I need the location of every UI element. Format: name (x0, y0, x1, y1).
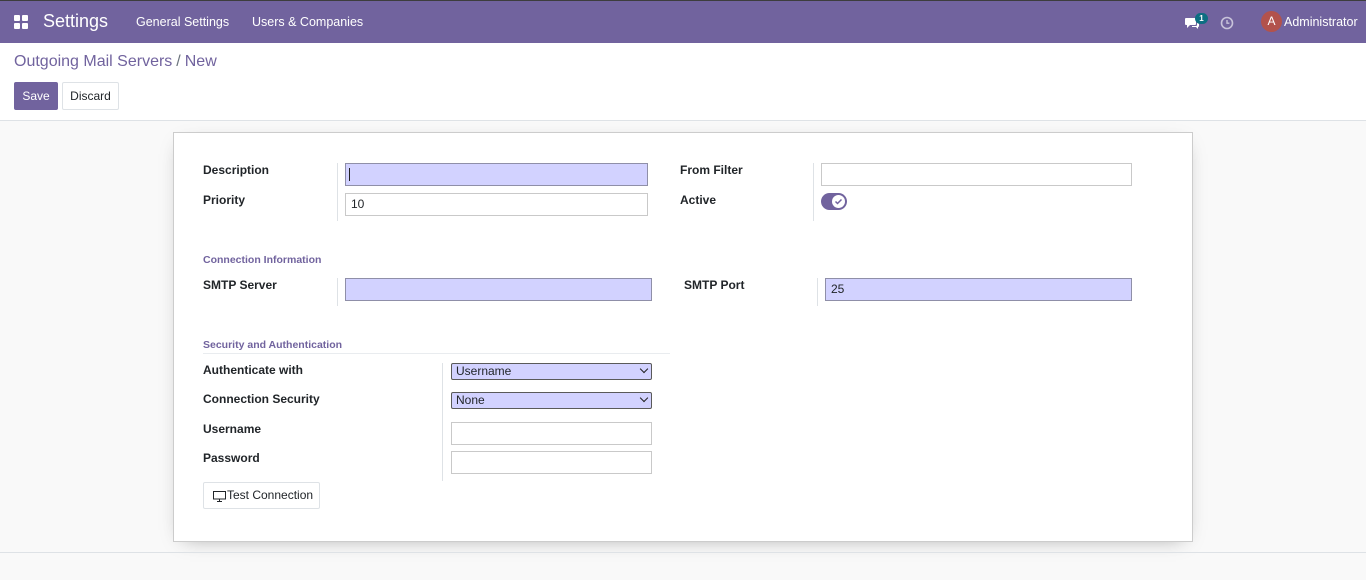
apps-menu-icon[interactable] (13, 14, 29, 30)
top-navbar: Settings General Settings Users & Compan… (0, 0, 1366, 43)
username-label: Username (203, 422, 262, 436)
active-toggle[interactable] (821, 193, 847, 210)
description-label: Description (203, 163, 270, 177)
password-input[interactable] (451, 451, 652, 474)
text-cursor (349, 168, 350, 181)
breadcrumb-current: New (184, 53, 217, 70)
from-filter-input[interactable] (821, 163, 1132, 186)
smtp-port-input[interactable]: 25 (825, 278, 1132, 301)
from-filter-label: From Filter (680, 163, 743, 177)
toggle-knob (832, 195, 845, 208)
chat-count-badge: 1 (1195, 13, 1208, 24)
form-sheet: Description Priority 10 From Filter Acti… (173, 132, 1193, 542)
auth-select-value: Username (456, 364, 512, 378)
check-icon (834, 198, 843, 205)
menu-users-companies[interactable]: Users & Companies (252, 15, 363, 29)
field-divider (813, 163, 814, 221)
user-menu[interactable]: Administrator (1284, 15, 1358, 29)
bottom-divider (0, 552, 1366, 553)
discard-button[interactable]: Discard (62, 82, 119, 110)
username-input[interactable] (451, 422, 652, 445)
password-label: Password (203, 451, 260, 465)
field-divider (337, 278, 338, 306)
connection-section-title: Connection Information (203, 254, 322, 266)
activity-clock-icon[interactable] (1220, 16, 1234, 30)
smtp-server-label: SMTP Server (203, 278, 277, 292)
auth-select[interactable]: Username (451, 363, 652, 380)
field-divider (817, 278, 818, 306)
priority-input[interactable]: 10 (345, 193, 648, 216)
connection-security-value: None (456, 393, 485, 407)
app-title[interactable]: Settings (43, 11, 108, 32)
smtp-server-input[interactable] (345, 278, 652, 301)
test-connection-label: Test Connection (227, 488, 314, 502)
connection-security-label: Connection Security (203, 392, 320, 406)
chevron-down-icon (639, 364, 649, 374)
field-divider (442, 363, 443, 481)
test-connection-button[interactable]: Test Connection (203, 482, 320, 509)
connection-security-select[interactable]: None (451, 392, 652, 409)
monitor-icon (213, 491, 226, 502)
breadcrumb-separator: / (176, 53, 181, 70)
breadcrumb-parent[interactable]: Outgoing Mail Servers (14, 53, 172, 70)
section-separator (203, 353, 670, 354)
security-section-title: Security and Authentication (203, 339, 343, 351)
control-panel: Outgoing Mail Servers / New Save Discard (0, 43, 1366, 121)
user-avatar[interactable]: A (1261, 11, 1282, 32)
field-divider (337, 163, 338, 221)
chevron-down-icon (639, 393, 649, 403)
description-input[interactable] (345, 163, 648, 186)
smtp-port-label: SMTP Port (684, 278, 745, 292)
auth-label: Authenticate with (203, 363, 304, 377)
priority-label: Priority (203, 193, 246, 207)
breadcrumb: Outgoing Mail Servers / New (14, 53, 217, 71)
active-label: Active (680, 193, 717, 207)
menu-general-settings[interactable]: General Settings (136, 15, 229, 29)
save-button[interactable]: Save (14, 82, 58, 110)
